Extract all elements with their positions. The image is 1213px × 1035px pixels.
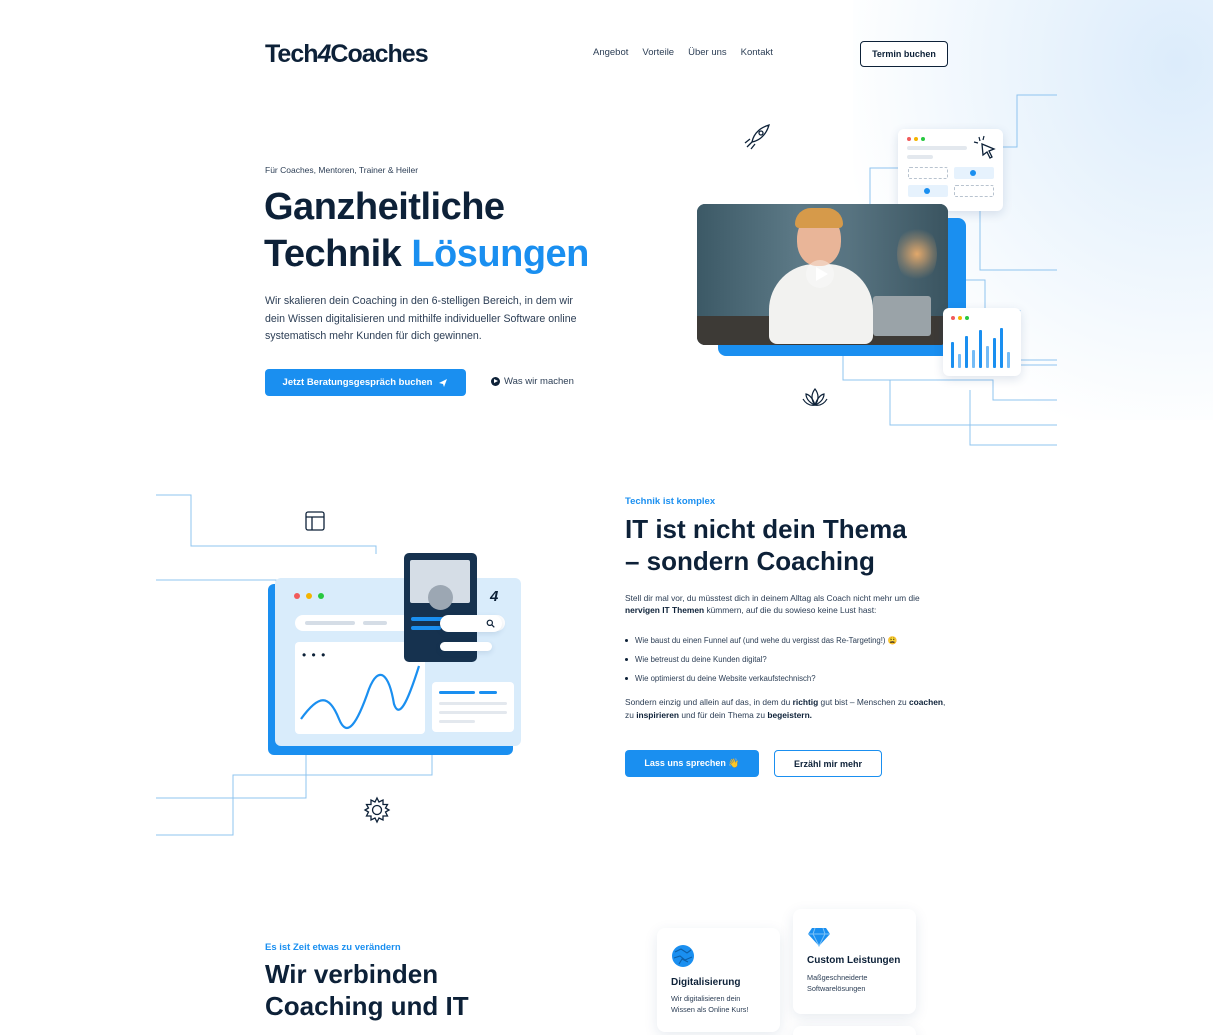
diamond-icon (808, 927, 830, 947)
lass-uns-sprechen-button[interactable]: Lass uns sprechen 👋 (625, 750, 759, 777)
window-dots (907, 137, 925, 141)
feature-card-custom-leistungen[interactable]: Custom Leistungen Maßgeschneiderte Softw… (793, 909, 916, 1014)
gear-icon (363, 796, 391, 824)
list-item: Wie optimierst du deine Website verkaufs… (625, 669, 897, 688)
layout-icon (305, 511, 325, 531)
section3-title: Wir verbinden Coaching und IT (265, 959, 469, 1021)
termin-buchen-button[interactable]: Termin buchen (860, 41, 948, 67)
section3-eyebrow: Es ist Zeit etwas zu verändern (265, 942, 401, 953)
search-bar-illustration (440, 615, 502, 632)
nav-item-ueber-uns[interactable]: Über uns (688, 47, 727, 58)
section2-title: IT ist nicht dein Thema – sondern Coachin… (625, 514, 907, 576)
beratung-buchen-button[interactable]: Jetzt Beratungsgespräch buchen (265, 369, 466, 396)
hero-title: Ganzheitliche Technik Lösungen (264, 186, 589, 275)
hero-description: Wir skalieren dein Coaching in den 6-ste… (265, 295, 577, 342)
nav-item-angebot[interactable]: Angebot (593, 47, 628, 58)
section2-outro: Sondern einzig und allein auf das, in de… (625, 697, 946, 720)
was-wir-machen-link[interactable]: Was wir machen (491, 376, 574, 387)
browser-illustration: • • • (275, 578, 521, 746)
search-icon (486, 619, 495, 628)
window-dots (951, 316, 969, 320)
play-icon (491, 377, 500, 386)
section2-eyebrow: Technik ist komplex (625, 496, 716, 507)
feature-card-digitalisierung[interactable]: Digitalisierung Wir digitalisieren dein … (657, 928, 780, 1032)
section2-intro: Stell dir mal vor, du müsstest dich in d… (625, 593, 920, 615)
erzaehl-mir-mehr-button[interactable]: Erzähl mir mehr (774, 750, 882, 777)
video-play-icon[interactable] (806, 260, 834, 288)
nav-item-vorteile[interactable]: Vorteile (642, 47, 674, 58)
mini-bar-chart (951, 328, 1010, 368)
lotus-icon (802, 388, 828, 406)
window-dots (294, 593, 324, 599)
nav-item-kontakt[interactable]: Kontakt (741, 47, 773, 58)
list-item: Wie baust du einen Funnel auf (und wehe … (625, 631, 897, 650)
floating-bar (440, 642, 492, 651)
intro-video[interactable] (697, 204, 948, 345)
cursor-icon (973, 135, 996, 159)
hero-eyebrow: Für Coaches, Mentoren, Trainer & Heiler (265, 165, 419, 175)
pain-points-list: Wie baust du einen Funnel auf (und wehe … (625, 631, 897, 688)
feature-card-partial[interactable] (793, 1026, 916, 1035)
site-header: Tech4Coaches Angebot Vorteile Über uns K… (0, 0, 1213, 100)
list-item: Wie betreust du deine Kunden digital? (625, 650, 897, 669)
logo[interactable]: Tech4Coaches (265, 40, 429, 69)
stats-card (943, 308, 1021, 376)
paper-plane-icon (439, 378, 448, 387)
rocket-icon (744, 124, 770, 150)
globe-icon (672, 945, 694, 967)
logo-mark-4: 4 (490, 588, 499, 605)
main-nav: Angebot Vorteile Über uns Kontakt (593, 47, 773, 58)
